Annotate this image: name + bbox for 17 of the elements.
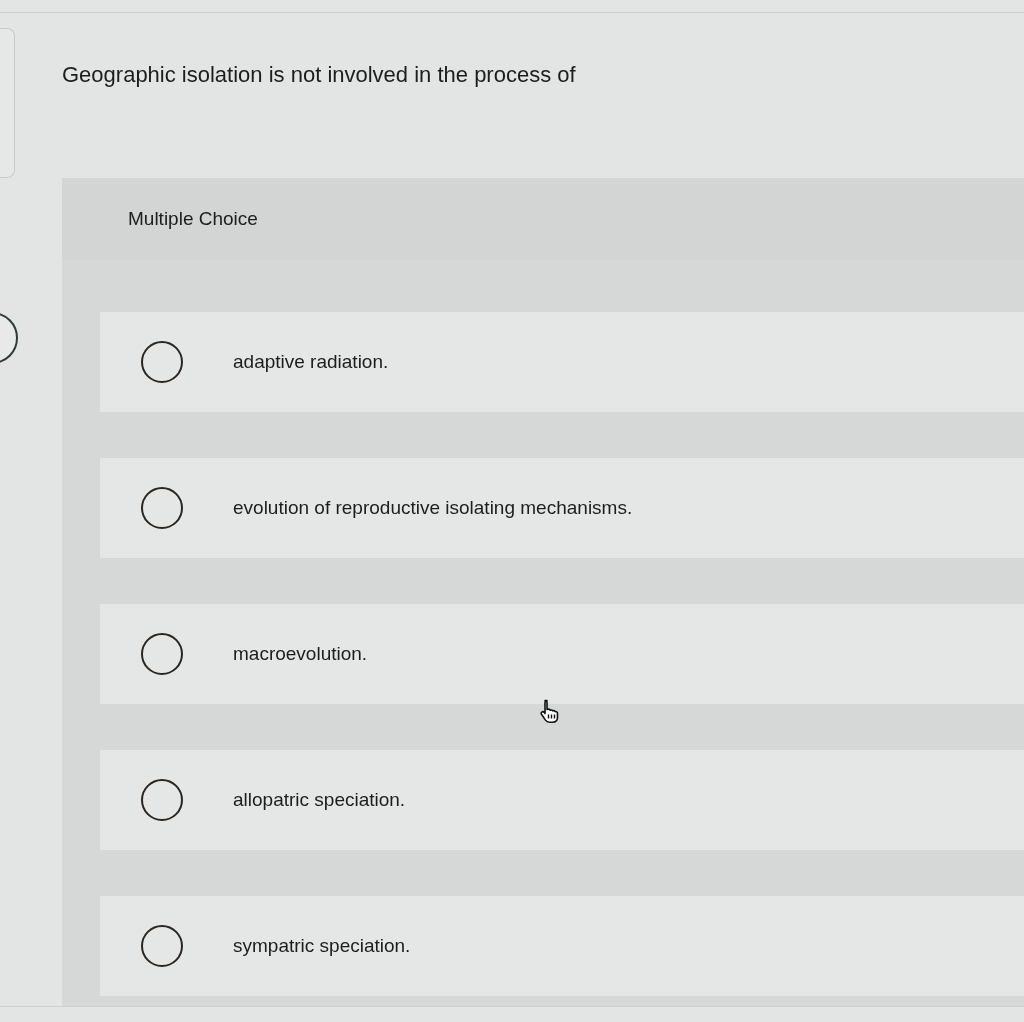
radio-button[interactable] xyxy=(141,341,183,383)
radio-button[interactable] xyxy=(141,925,183,967)
option-label: allopatric speciation. xyxy=(233,788,406,812)
answer-option[interactable]: evolution of reproductive isolating mechanisms. xyxy=(100,458,1024,558)
option-label: evolution of reproductive isolating mechanisms. xyxy=(233,496,633,520)
question-type-label: Multiple Choice xyxy=(128,207,258,231)
option-label: macroevolution. xyxy=(233,642,368,666)
option-label: sympatric speciation. xyxy=(233,934,411,958)
radio-button[interactable] xyxy=(141,779,183,821)
question-text: Geographic isolation is not involved in the process of xyxy=(62,61,576,89)
answer-option[interactable]: sympatric speciation. xyxy=(100,896,1024,996)
radio-button[interactable] xyxy=(141,633,183,675)
answer-option[interactable]: macroevolution. xyxy=(100,604,1024,704)
option-label: adaptive radiation. xyxy=(233,350,389,374)
answer-option[interactable]: allopatric speciation. xyxy=(100,750,1024,850)
radio-button[interactable] xyxy=(141,487,183,529)
answer-option[interactable]: adaptive radiation. xyxy=(100,312,1024,412)
